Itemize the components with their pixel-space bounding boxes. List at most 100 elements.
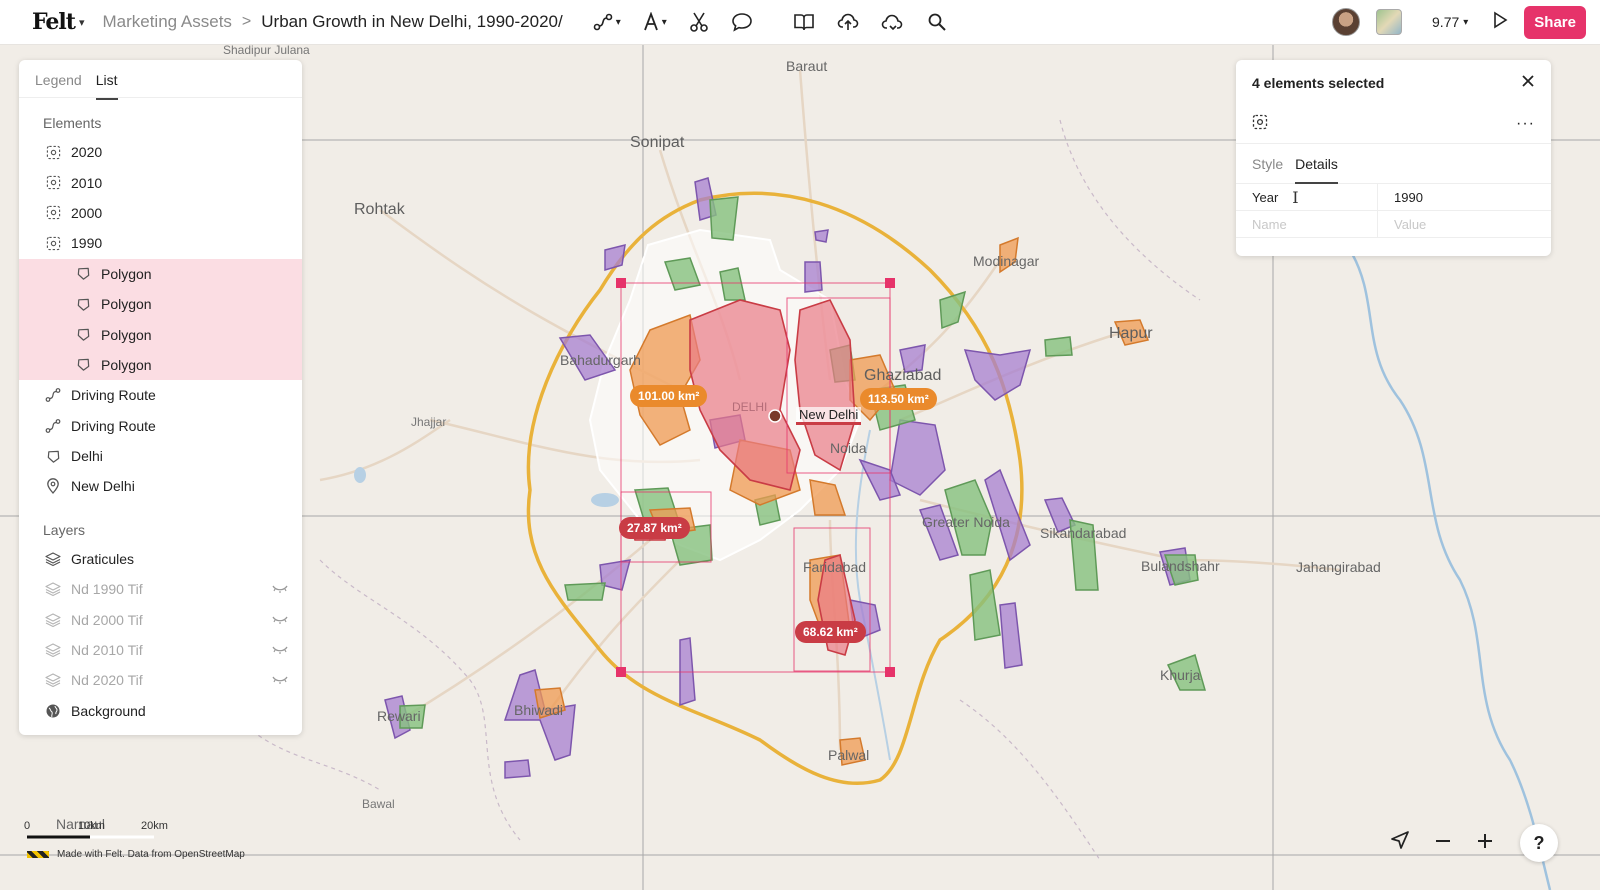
- selection-tabs: Style Details: [1236, 144, 1551, 184]
- layers-icon: [45, 612, 61, 628]
- polygon-icon: [75, 266, 91, 282]
- place-label: Jhajjar: [411, 415, 447, 429]
- layers-header: Layers: [43, 521, 86, 538]
- top-toolbar: Felt ▾ Marketing Assets > Urban Growth i…: [0, 0, 1600, 45]
- place-label: Bahadurgarh: [560, 352, 641, 368]
- attribution-text[interactable]: Made with Felt. Data from OpenStreetMap: [57, 849, 245, 860]
- globe-icon: [45, 703, 61, 719]
- new-property-value-input[interactable]: Value: [1378, 217, 1426, 232]
- place-label: Ghaziabad: [864, 367, 942, 384]
- polygon-icon: [75, 296, 91, 312]
- layer-list-item[interactable]: Nd 1990 Tif: [19, 574, 302, 604]
- layer-list-item[interactable]: Nd 2020 Tif: [19, 665, 302, 695]
- tab-style[interactable]: Style: [1252, 156, 1283, 182]
- property-value-field[interactable]: 1990: [1378, 190, 1423, 205]
- elements-header: Elements: [43, 115, 102, 131]
- text-tool-icon[interactable]: ▾: [643, 12, 667, 32]
- map-title[interactable]: Urban Growth in New Delhi, 1990-2020/: [261, 12, 562, 32]
- group-icon[interactable]: [1252, 114, 1268, 135]
- element-label: Driving Route: [71, 417, 156, 434]
- element-list-item[interactable]: 2010: [19, 167, 302, 197]
- layer-label: Nd 1990 Tif: [71, 581, 143, 598]
- layer-label: Nd 2010 Tif: [71, 642, 143, 659]
- comment-icon[interactable]: [731, 12, 753, 32]
- element-list-item[interactable]: 2000: [19, 198, 302, 228]
- element-list-item[interactable]: 1990: [19, 228, 302, 258]
- library-icon[interactable]: [793, 12, 815, 32]
- user-avatar[interactable]: [1332, 8, 1361, 36]
- cloud-data-icon[interactable]: [881, 12, 905, 32]
- element-label: Polygon: [101, 326, 152, 343]
- more-options-icon[interactable]: ···: [1516, 115, 1535, 133]
- hidden-eye-icon[interactable]: [272, 581, 288, 597]
- element-list-item[interactable]: Polygon: [19, 319, 302, 350]
- element-list-item[interactable]: Driving Route: [19, 411, 302, 441]
- place-label: Shadipur Julana: [223, 45, 310, 57]
- breadcrumb-parent[interactable]: Marketing Assets: [102, 12, 231, 32]
- hidden-eye-icon[interactable]: [272, 672, 288, 688]
- area-measure-label[interactable]: 68.62 km²: [795, 621, 866, 643]
- lake: [354, 467, 366, 483]
- hidden-eye-icon[interactable]: [272, 642, 288, 658]
- element-list-item[interactable]: New Delhi: [19, 471, 302, 501]
- layer-list-item[interactable]: Nd 2010 Tif: [19, 635, 302, 665]
- property-key-field[interactable]: Year I: [1236, 184, 1378, 210]
- element-label: 1990: [71, 235, 103, 252]
- attribution: Made with Felt. Data from OpenStreetMap: [27, 849, 245, 860]
- layer-list-item[interactable]: Background: [19, 696, 302, 726]
- play-icon[interactable]: [1492, 11, 1508, 34]
- element-list-item[interactable]: Polygon: [19, 288, 302, 320]
- scissors-icon[interactable]: [689, 11, 709, 33]
- element-list-item[interactable]: Polygon: [19, 258, 302, 289]
- place-label: Rewari: [377, 708, 421, 724]
- zoom-in-button[interactable]: [1476, 830, 1494, 856]
- tab-legend[interactable]: Legend: [35, 72, 82, 98]
- new-property-row: Name Value: [1236, 211, 1551, 238]
- zoom-level-dropdown[interactable]: 9.77 ▾: [1432, 14, 1468, 30]
- scale-label-max: 20km: [141, 820, 168, 832]
- place-label: Bawal: [362, 797, 395, 811]
- element-label: 2000: [71, 204, 103, 221]
- chevron-down-icon[interactable]: ▾: [79, 16, 85, 29]
- selection-header: 4 elements selected: [1236, 60, 1551, 105]
- element-list-item[interactable]: Delhi: [19, 441, 302, 471]
- element-label: 2010: [71, 174, 103, 191]
- element-label: Polygon: [101, 296, 152, 313]
- route-tool-icon[interactable]: ▾: [593, 12, 621, 32]
- help-button[interactable]: ?: [1520, 824, 1558, 862]
- felt-logo[interactable]: Felt: [32, 9, 76, 35]
- selection-actions: ···: [1236, 105, 1551, 144]
- search-icon[interactable]: [927, 12, 947, 32]
- layer-list-item[interactable]: Graticules: [19, 544, 302, 574]
- zoom-level-value: 9.77: [1432, 14, 1460, 30]
- tab-details[interactable]: Details: [1295, 156, 1338, 184]
- element-label: Polygon: [101, 356, 152, 373]
- felt-stripe-icon: [27, 851, 49, 858]
- layers-icon: [45, 672, 61, 688]
- zoom-out-button[interactable]: [1434, 830, 1452, 856]
- layers-icon: [45, 551, 61, 567]
- basemap-thumbnail[interactable]: [1376, 9, 1403, 35]
- element-list-item[interactable]: Driving Route: [19, 380, 302, 410]
- area-measure-label[interactable]: 113.50 km²: [860, 388, 937, 410]
- polygon-icon: [45, 448, 61, 464]
- locate-icon[interactable]: [1390, 830, 1410, 856]
- tab-list[interactable]: List: [95, 72, 118, 100]
- new-delhi-pin-label[interactable]: New Delhi: [796, 407, 862, 425]
- upload-icon[interactable]: [837, 12, 859, 32]
- element-list-item[interactable]: Polygon: [19, 349, 302, 381]
- layers-icon: [45, 642, 61, 658]
- new-property-key-input[interactable]: Name: [1236, 211, 1378, 237]
- place-label: Jahangirabad: [1296, 559, 1381, 575]
- layer-list-item[interactable]: Nd 2000 Tif: [19, 604, 302, 634]
- share-button[interactable]: Share: [1524, 5, 1586, 39]
- selection-panel: 4 elements selected ··· Style Details Ye…: [1236, 60, 1551, 256]
- close-icon[interactable]: [1521, 74, 1535, 91]
- polygon-icon: [75, 327, 91, 343]
- area-measure-label[interactable]: 101.00 km²: [630, 385, 708, 407]
- element-list-item[interactable]: 2020: [19, 137, 302, 167]
- layer-label: Graticules: [71, 550, 135, 567]
- hidden-eye-icon[interactable]: [272, 612, 288, 628]
- place-label: Baraut: [786, 58, 828, 74]
- area-measure-label[interactable]: 27.87 km²: [619, 517, 690, 539]
